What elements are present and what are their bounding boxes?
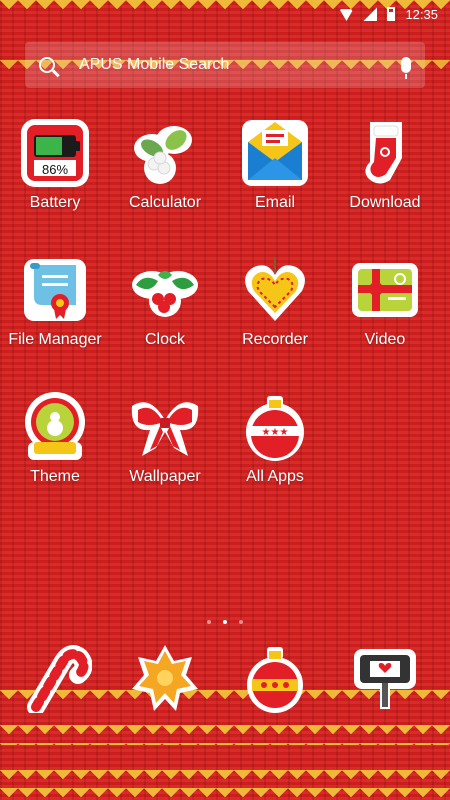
mistletoe-icon [130,118,200,188]
app-label: Clock [144,331,185,348]
app-label: Video [364,331,406,348]
bow-icon [130,392,200,462]
page-dot[interactable] [239,620,243,624]
app-wallpaper[interactable]: Wallpaper [110,392,220,486]
app-calculator[interactable]: Calculator [110,118,220,212]
search-bar[interactable]: APUS Mobile Search [25,42,425,88]
ornament-icon[interactable] [240,643,310,713]
knit-pattern-bottom-2 [0,725,450,745]
app-download[interactable]: Download [330,118,440,212]
snow-globe-icon [20,392,90,462]
page-indicator [0,620,450,624]
battery-icon: 86% [20,118,90,188]
envelope-icon [240,118,310,188]
app-label: Calculator [128,194,202,211]
search-icon [39,57,55,73]
clock-time: 12:35 [405,6,438,22]
stocking-icon [350,118,420,188]
page-dot[interactable] [207,620,211,624]
app-label: All Apps [246,468,304,485]
signal-icon [363,7,378,21]
candy-cane-icon[interactable] [22,643,93,716]
gift-card-icon [350,255,420,325]
star-cookie-icon[interactable] [130,643,200,713]
mailbox-icon[interactable] [350,643,420,713]
status-bar: 12:35 [0,0,450,28]
app-file-manager[interactable]: File Manager [0,255,110,349]
page-dot-active[interactable] [223,620,227,624]
app-label: Email [254,194,295,211]
holly-icon [130,255,200,325]
wifi-icon [339,9,354,21]
app-label: Recorder [242,331,308,348]
microphone-icon[interactable] [401,57,411,79]
app-label: Theme [30,468,80,485]
knit-pattern-bottom-3 [0,770,450,800]
app-label: File Manager [8,331,102,348]
battery-percent: 86% [41,162,69,177]
svg-text:★★★: ★★★ [262,427,289,438]
app-label: Battery [29,194,81,211]
bauble-icon: ★★★ [240,392,310,462]
app-email[interactable]: Email [220,118,330,212]
app-recorder[interactable]: Recorder [220,255,330,349]
app-battery[interactable]: 86% Battery [0,118,110,212]
app-label: Wallpaper [129,468,201,485]
heart-ornament-icon [240,255,310,325]
app-clock[interactable]: Clock [110,255,220,349]
app-video[interactable]: Video [330,255,440,349]
scroll-icon [20,255,90,325]
dock [0,643,450,723]
app-theme[interactable]: Theme [0,392,110,486]
app-label: Download [349,194,421,211]
search-placeholder: APUS Mobile Search [79,56,230,73]
app-all-apps[interactable]: ★★★ All Apps [220,392,330,486]
battery-status-icon [387,7,396,21]
